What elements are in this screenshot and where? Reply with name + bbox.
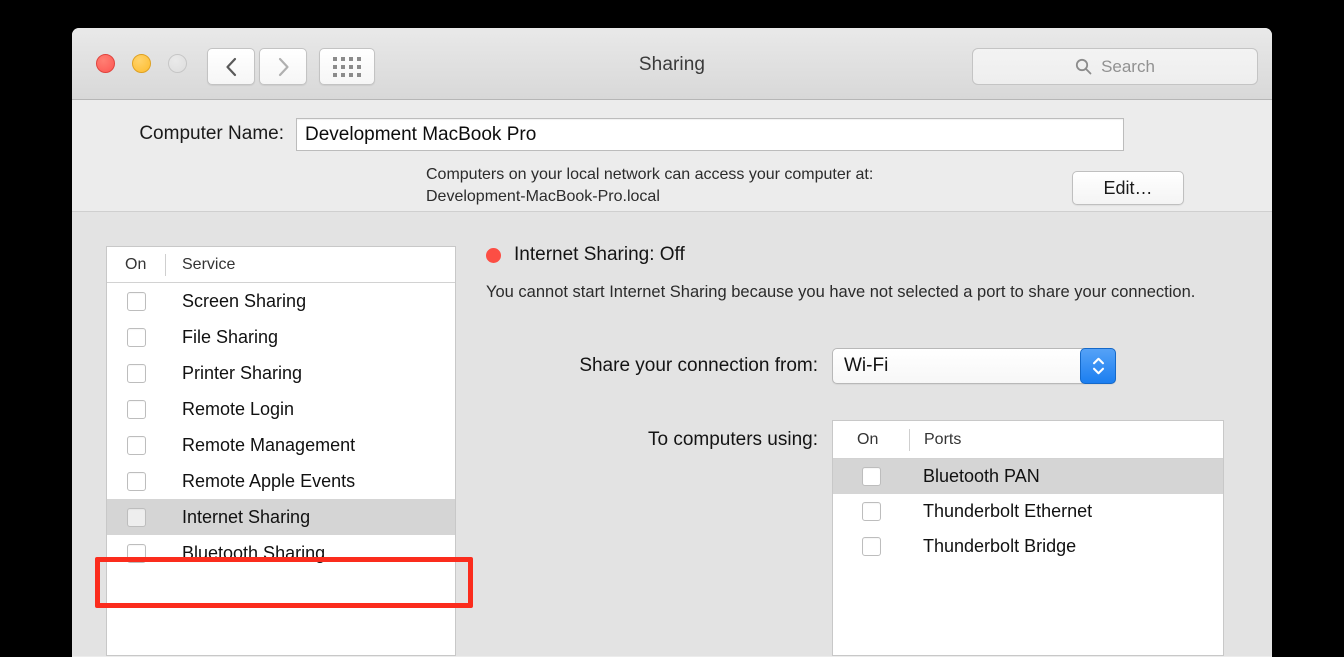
table-row-internet-sharing[interactable]: Internet Sharing bbox=[107, 499, 455, 535]
hostname-hint-line2: Development-MacBook-Pro.local bbox=[426, 186, 1086, 208]
table-row[interactable]: Thunderbolt Bridge bbox=[833, 529, 1223, 564]
chevron-up-icon bbox=[1092, 357, 1105, 365]
services-column-on: On bbox=[107, 256, 165, 274]
ports-column-on: On bbox=[833, 431, 909, 449]
service-label: Internet Sharing bbox=[165, 507, 310, 528]
service-checkbox-cell[interactable] bbox=[107, 544, 165, 563]
computer-name-label: Computer Name: bbox=[72, 118, 284, 145]
screen: Sharing Search Computer Name: Developmen… bbox=[0, 0, 1344, 657]
port-checkbox-cell[interactable] bbox=[833, 537, 909, 556]
status-badge: Internet Sharing: Off bbox=[514, 244, 685, 266]
service-label: Remote Apple Events bbox=[165, 471, 355, 492]
checkbox-icon[interactable] bbox=[127, 544, 146, 563]
service-label: Printer Sharing bbox=[165, 363, 302, 384]
service-label: File Sharing bbox=[165, 327, 278, 348]
service-checkbox-cell[interactable] bbox=[107, 472, 165, 491]
services-column-service: Service bbox=[166, 256, 235, 274]
table-row[interactable]: Remote Login bbox=[107, 391, 455, 427]
computer-name-section: Computer Name: Development MacBook Pro C… bbox=[72, 100, 1272, 212]
share-from-select[interactable]: Wi-Fi bbox=[832, 348, 1116, 384]
checkbox-icon[interactable] bbox=[127, 436, 146, 455]
port-label: Bluetooth PAN bbox=[909, 466, 1040, 487]
checkbox-icon[interactable] bbox=[127, 328, 146, 347]
search-placeholder: Search bbox=[1101, 57, 1155, 77]
search-input[interactable]: Search bbox=[972, 48, 1258, 85]
ports-column-ports: Ports bbox=[910, 431, 961, 449]
checkbox-icon[interactable] bbox=[127, 292, 146, 311]
checkbox-icon[interactable] bbox=[862, 467, 881, 486]
service-checkbox-cell[interactable] bbox=[107, 508, 165, 527]
service-checkbox-cell[interactable] bbox=[107, 328, 165, 347]
checkbox-icon[interactable] bbox=[862, 537, 881, 556]
checkbox-icon[interactable] bbox=[127, 400, 146, 419]
service-detail-panel: Internet Sharing: Off You cannot start I… bbox=[486, 212, 1272, 656]
ports-table-header: On Ports bbox=[833, 421, 1223, 459]
stepper-arrows-icon[interactable] bbox=[1080, 348, 1116, 384]
table-row[interactable]: Bluetooth Sharing bbox=[107, 535, 455, 571]
table-row[interactable]: Remote Management bbox=[107, 427, 455, 463]
hostname-hint-line1: Computers on your local network can acce… bbox=[426, 164, 1086, 186]
port-label: Thunderbolt Ethernet bbox=[909, 501, 1092, 522]
chevron-down-icon bbox=[1092, 367, 1105, 375]
service-checkbox-cell[interactable] bbox=[107, 292, 165, 311]
port-label: Thunderbolt Bridge bbox=[909, 536, 1076, 557]
service-label: Screen Sharing bbox=[165, 291, 306, 312]
service-label: Remote Login bbox=[165, 399, 294, 420]
system-preferences-window: Sharing Search Computer Name: Developmen… bbox=[72, 28, 1272, 657]
services-table-header: On Service bbox=[107, 247, 455, 283]
edit-button[interactable]: Edit… bbox=[1072, 171, 1184, 205]
table-row[interactable]: Screen Sharing bbox=[107, 283, 455, 319]
ports-row: To computers using: On Ports Bluetooth P… bbox=[486, 420, 1224, 656]
service-checkbox-cell[interactable] bbox=[107, 436, 165, 455]
table-row[interactable]: Remote Apple Events bbox=[107, 463, 455, 499]
share-from-label: Share your connection from: bbox=[486, 355, 818, 377]
checkbox-icon[interactable] bbox=[127, 472, 146, 491]
sharing-body: On Service Screen Sharing File Sharing P… bbox=[72, 212, 1272, 656]
port-checkbox-cell[interactable] bbox=[833, 467, 909, 486]
ports-label: To computers using: bbox=[486, 420, 818, 451]
service-checkbox-cell[interactable] bbox=[107, 364, 165, 383]
port-checkbox-cell[interactable] bbox=[833, 502, 909, 521]
service-label: Remote Management bbox=[165, 435, 355, 456]
status-row: Internet Sharing: Off bbox=[486, 244, 685, 266]
services-table: On Service Screen Sharing File Sharing P… bbox=[106, 246, 456, 656]
ports-table: On Ports Bluetooth PAN Thunderbolt Ether… bbox=[832, 420, 1224, 656]
share-from-value: Wi-Fi bbox=[844, 355, 888, 377]
service-label: Bluetooth Sharing bbox=[165, 543, 325, 564]
search-icon bbox=[1075, 58, 1092, 75]
checkbox-icon[interactable] bbox=[127, 364, 146, 383]
local-hostname-hint: Computers on your local network can acce… bbox=[426, 164, 1086, 208]
checkbox-icon[interactable] bbox=[127, 508, 146, 527]
service-checkbox-cell[interactable] bbox=[107, 400, 165, 419]
status-indicator-icon bbox=[486, 248, 501, 263]
table-row[interactable]: File Sharing bbox=[107, 319, 455, 355]
window-titlebar: Sharing Search bbox=[72, 28, 1272, 100]
table-row[interactable]: Thunderbolt Ethernet bbox=[833, 494, 1223, 529]
computer-name-field[interactable]: Development MacBook Pro bbox=[296, 118, 1124, 151]
checkbox-icon[interactable] bbox=[862, 502, 881, 521]
status-description: You cannot start Internet Sharing becaus… bbox=[486, 280, 1202, 304]
table-row[interactable]: Bluetooth PAN bbox=[833, 459, 1223, 494]
computer-name-row: Computer Name: Development MacBook Pro bbox=[72, 118, 1272, 151]
share-connection-row: Share your connection from: Wi-Fi bbox=[486, 348, 1206, 384]
table-row[interactable]: Printer Sharing bbox=[107, 355, 455, 391]
